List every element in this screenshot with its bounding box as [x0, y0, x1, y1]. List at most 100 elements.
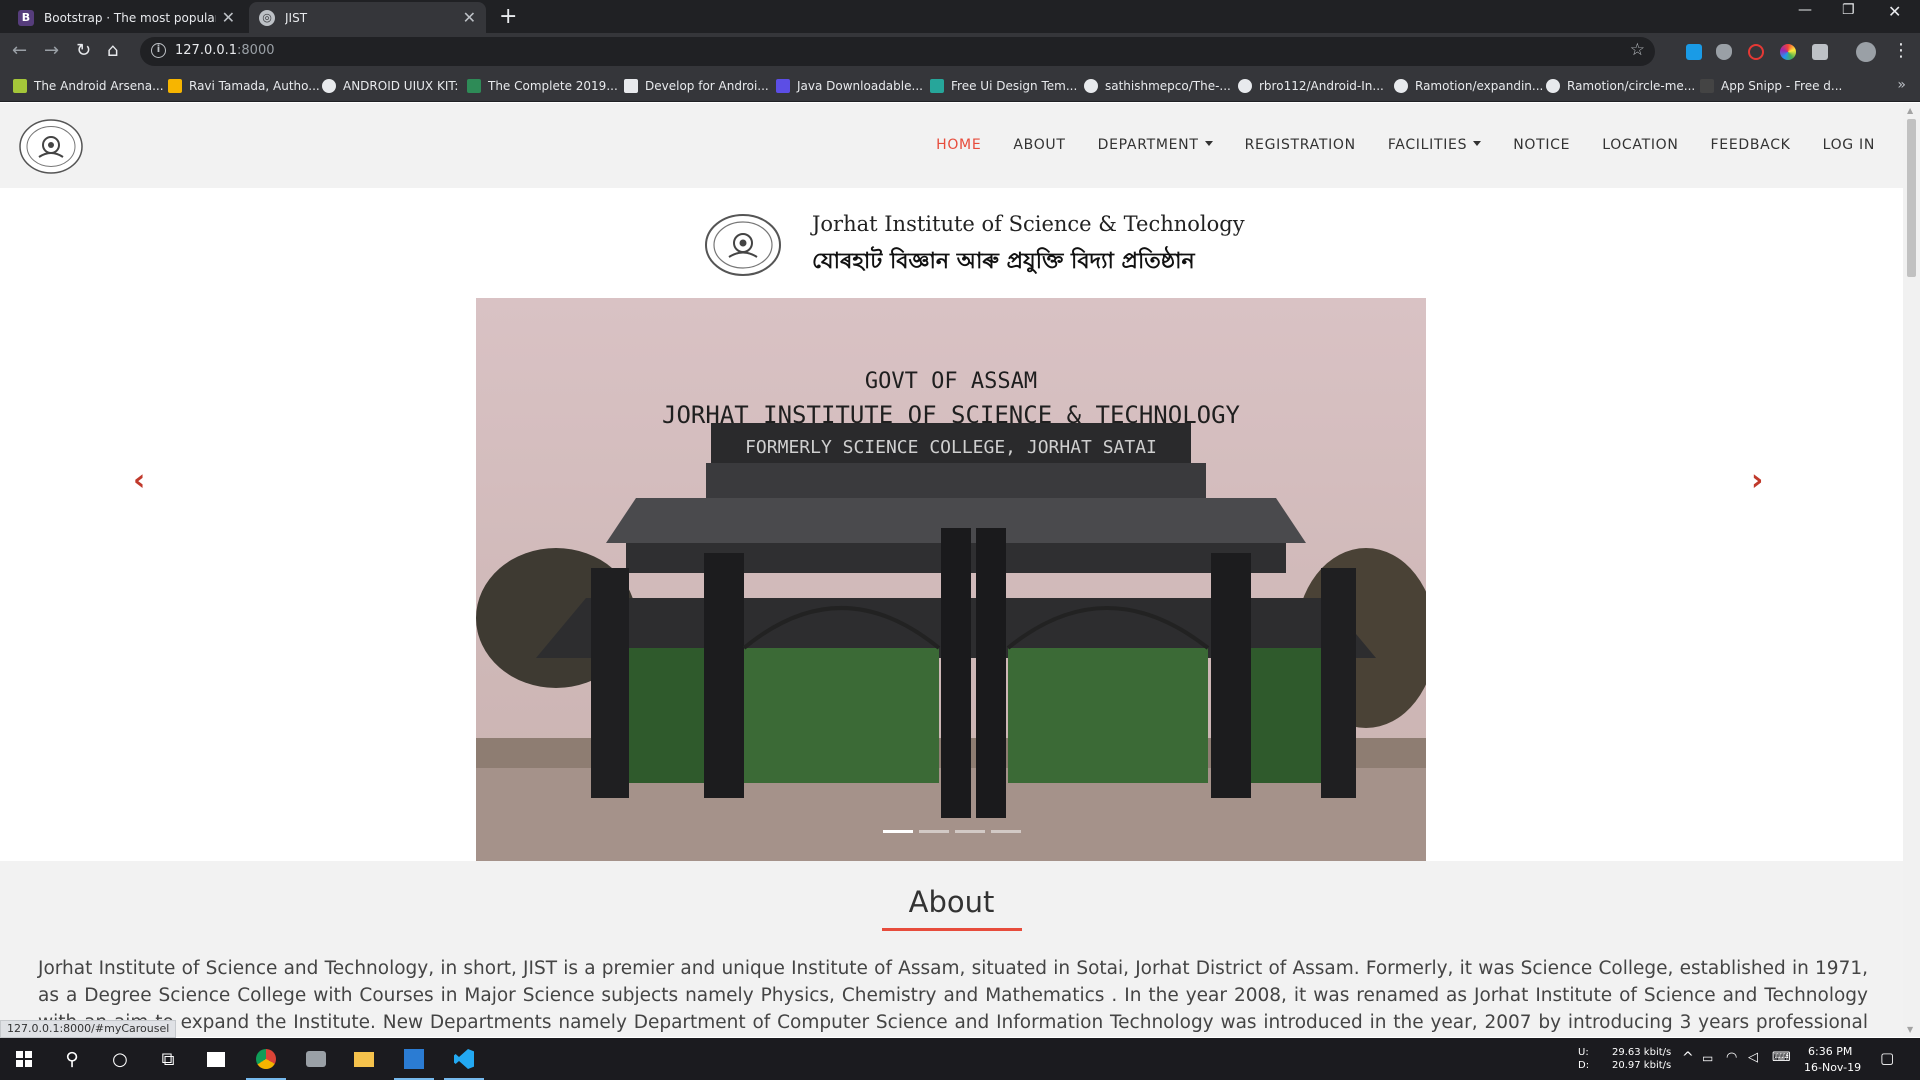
page-icon: ◎ — [259, 9, 275, 26]
browser-tabstrip: B Bootstrap · The most popular HTML, CSS… — [0, 0, 1920, 33]
bookmark-item[interactable]: Ramotion/expandin... — [1394, 77, 1543, 95]
bookmark-item[interactable]: Java Downloadable... — [776, 77, 923, 95]
home-icon[interactable]: ⌂ — [107, 40, 118, 61]
nav-department[interactable]: DEPARTMENT — [1098, 137, 1213, 153]
about-title: About — [908, 885, 995, 919]
carousel-slide-image: GOVT OF ASSAM JORHAT INSTITUTE OF SCIENC… — [476, 298, 1426, 861]
net-down-speed: 20.97 kbit/s — [1612, 1060, 1672, 1071]
github-icon — [1394, 79, 1408, 93]
chrome-icon[interactable] — [242, 1038, 290, 1080]
close-icon[interactable]: ✕ — [222, 8, 235, 27]
search-icon[interactable]: ⚲ — [48, 1038, 96, 1080]
jist-logo[interactable] — [19, 119, 83, 174]
nav-registration[interactable]: REGISTRATION — [1245, 137, 1356, 153]
volume-icon[interactable]: ◁ — [1748, 1050, 1758, 1065]
tab-title: JIST — [285, 10, 308, 25]
about-underline — [882, 928, 1022, 931]
bookmark-item[interactable]: The Complete 2019... — [467, 77, 618, 95]
chevron-up-icon[interactable]: ^ — [1682, 1050, 1694, 1066]
carousel-next-icon[interactable]: › — [1751, 463, 1763, 498]
net-down-label: D: — [1578, 1060, 1590, 1071]
wifi-icon[interactable]: ◠ — [1726, 1050, 1737, 1065]
about-text: Jorhat Institute of Science and Technolo… — [38, 958, 1868, 1033]
file-explorer-icon[interactable] — [340, 1038, 388, 1080]
net-up-speed: 29.63 kbit/s — [1612, 1047, 1672, 1058]
bookmark-favicon-icon — [168, 79, 182, 93]
shield-extension-icon[interactable] — [1716, 44, 1732, 60]
carousel-prev-icon[interactable]: ‹ — [133, 463, 145, 498]
notifications-icon[interactable]: ▢ — [1880, 1049, 1894, 1067]
word-icon[interactable] — [390, 1038, 438, 1080]
app-icon[interactable] — [292, 1038, 340, 1080]
window-close-icon[interactable]: ✕ — [1888, 2, 1901, 21]
keyboard-icon[interactable]: ⌨ — [1772, 1050, 1791, 1065]
carousel-indicator[interactable] — [883, 830, 913, 833]
task-view-icon[interactable]: ⧉ — [144, 1038, 192, 1080]
browser-tab-jist[interactable]: ◎ JIST ✕ — [249, 2, 486, 33]
back-icon[interactable]: ← — [12, 40, 27, 61]
nav-facilities[interactable]: FACILITIES — [1388, 137, 1482, 153]
bookmark-star-icon[interactable]: ☆ — [1630, 40, 1645, 60]
bookmark-item[interactable]: App Snipp - Free d... — [1700, 77, 1842, 95]
battery-icon[interactable]: ▭ — [1702, 1051, 1713, 1065]
site-info-icon[interactable]: i — [151, 43, 166, 58]
menu-kebab-icon[interactable]: ⋮ — [1892, 40, 1910, 61]
new-tab-icon[interactable]: + — [499, 4, 517, 29]
store-icon[interactable] — [192, 1038, 240, 1080]
page-scrollbar[interactable]: ▲ ▼ — [1903, 103, 1920, 1037]
nav-login[interactable]: LOG IN — [1823, 137, 1875, 153]
adblock-extension-icon[interactable] — [1748, 44, 1764, 60]
carousel-indicators — [883, 830, 1021, 833]
windows-start-icon[interactable] — [0, 1038, 48, 1080]
institute-name-assamese: যোৰহাট বিজ্ঞান আৰু প্ৰযুক্তি বিদ্যা প্ৰত… — [812, 248, 1195, 274]
about-section: About Jorhat Institute of Science and Te… — [0, 861, 1903, 1037]
browser-toolbar: ← → ↻ ⌂ i 127.0.0.1:8000 ☆ ⋮ — [0, 33, 1920, 70]
globe-icon — [322, 79, 336, 93]
bookmark-item[interactable]: The Android Arsena... — [13, 77, 164, 95]
extension-icon[interactable] — [1686, 44, 1702, 60]
profile-avatar[interactable] — [1856, 42, 1876, 62]
camera-extension-icon[interactable] — [1812, 44, 1828, 60]
nav-home[interactable]: HOME — [936, 137, 981, 153]
carousel-indicator[interactable] — [919, 830, 949, 833]
jist-emblem — [705, 214, 781, 276]
nav-location[interactable]: LOCATION — [1602, 137, 1678, 153]
github-icon — [1238, 79, 1252, 93]
gate-sign-line1: GOVT OF ASSAM — [865, 369, 1037, 394]
bookmark-item[interactable]: Free Ui Design Tem... — [930, 77, 1077, 95]
cortana-icon[interactable]: ○ — [96, 1038, 144, 1080]
scroll-down-icon[interactable]: ▼ — [1907, 1025, 1913, 1034]
browser-tab-bootstrap[interactable]: B Bootstrap · The most popular HTML, CSS… — [8, 2, 245, 33]
address-bar[interactable]: i 127.0.0.1:8000 ☆ — [140, 37, 1655, 66]
nav-feedback[interactable]: FEEDBACK — [1711, 137, 1791, 153]
carousel-indicator[interactable] — [991, 830, 1021, 833]
bookmark-item[interactable]: ANDROID UIUX KIT: — [322, 77, 458, 95]
bootstrap-icon: B — [18, 9, 34, 26]
color-picker-extension-icon[interactable] — [1780, 44, 1796, 60]
bookmark-item[interactable]: sathishmepco/The-... — [1084, 77, 1231, 95]
address-url: 127.0.0.1:8000 — [175, 43, 275, 58]
carousel-indicator[interactable] — [955, 830, 985, 833]
bookmark-favicon-icon — [776, 79, 790, 93]
clock-date[interactable]: 16-Nov-19 — [1804, 1061, 1861, 1074]
forward-icon[interactable]: → — [44, 40, 59, 61]
bookmark-item[interactable]: Ramotion/circle-me... — [1546, 77, 1695, 95]
bookmark-favicon-icon — [1700, 79, 1714, 93]
nav-notice[interactable]: NOTICE — [1513, 137, 1570, 153]
minimize-icon[interactable]: — — [1798, 2, 1812, 18]
reload-icon[interactable]: ↻ — [76, 40, 91, 61]
bookmark-item[interactable]: rbro112/Android-In... — [1238, 77, 1384, 95]
bookmarks-overflow-icon[interactable]: » — [1897, 77, 1906, 93]
institute-name-english: Jorhat Institute of Science & Technology — [812, 212, 1245, 236]
bookmark-item[interactable]: Develop for Androi... — [624, 77, 769, 95]
github-icon — [1546, 79, 1560, 93]
windows-taskbar: ⚲ ○ ⧉ U: D: 29.63 kbit/s 20.97 kbit/s ^ … — [0, 1038, 1920, 1080]
scroll-up-icon[interactable]: ▲ — [1907, 106, 1913, 115]
nav-about[interactable]: ABOUT — [1013, 137, 1065, 153]
close-icon[interactable]: ✕ — [463, 8, 476, 27]
restore-icon[interactable]: ❐ — [1842, 2, 1855, 18]
bookmark-item[interactable]: Ravi Tamada, Autho... — [168, 77, 320, 95]
vscode-icon[interactable] — [440, 1038, 488, 1080]
clock-time[interactable]: 6:36 PM — [1808, 1045, 1852, 1058]
scrollbar-thumb[interactable] — [1907, 119, 1916, 277]
